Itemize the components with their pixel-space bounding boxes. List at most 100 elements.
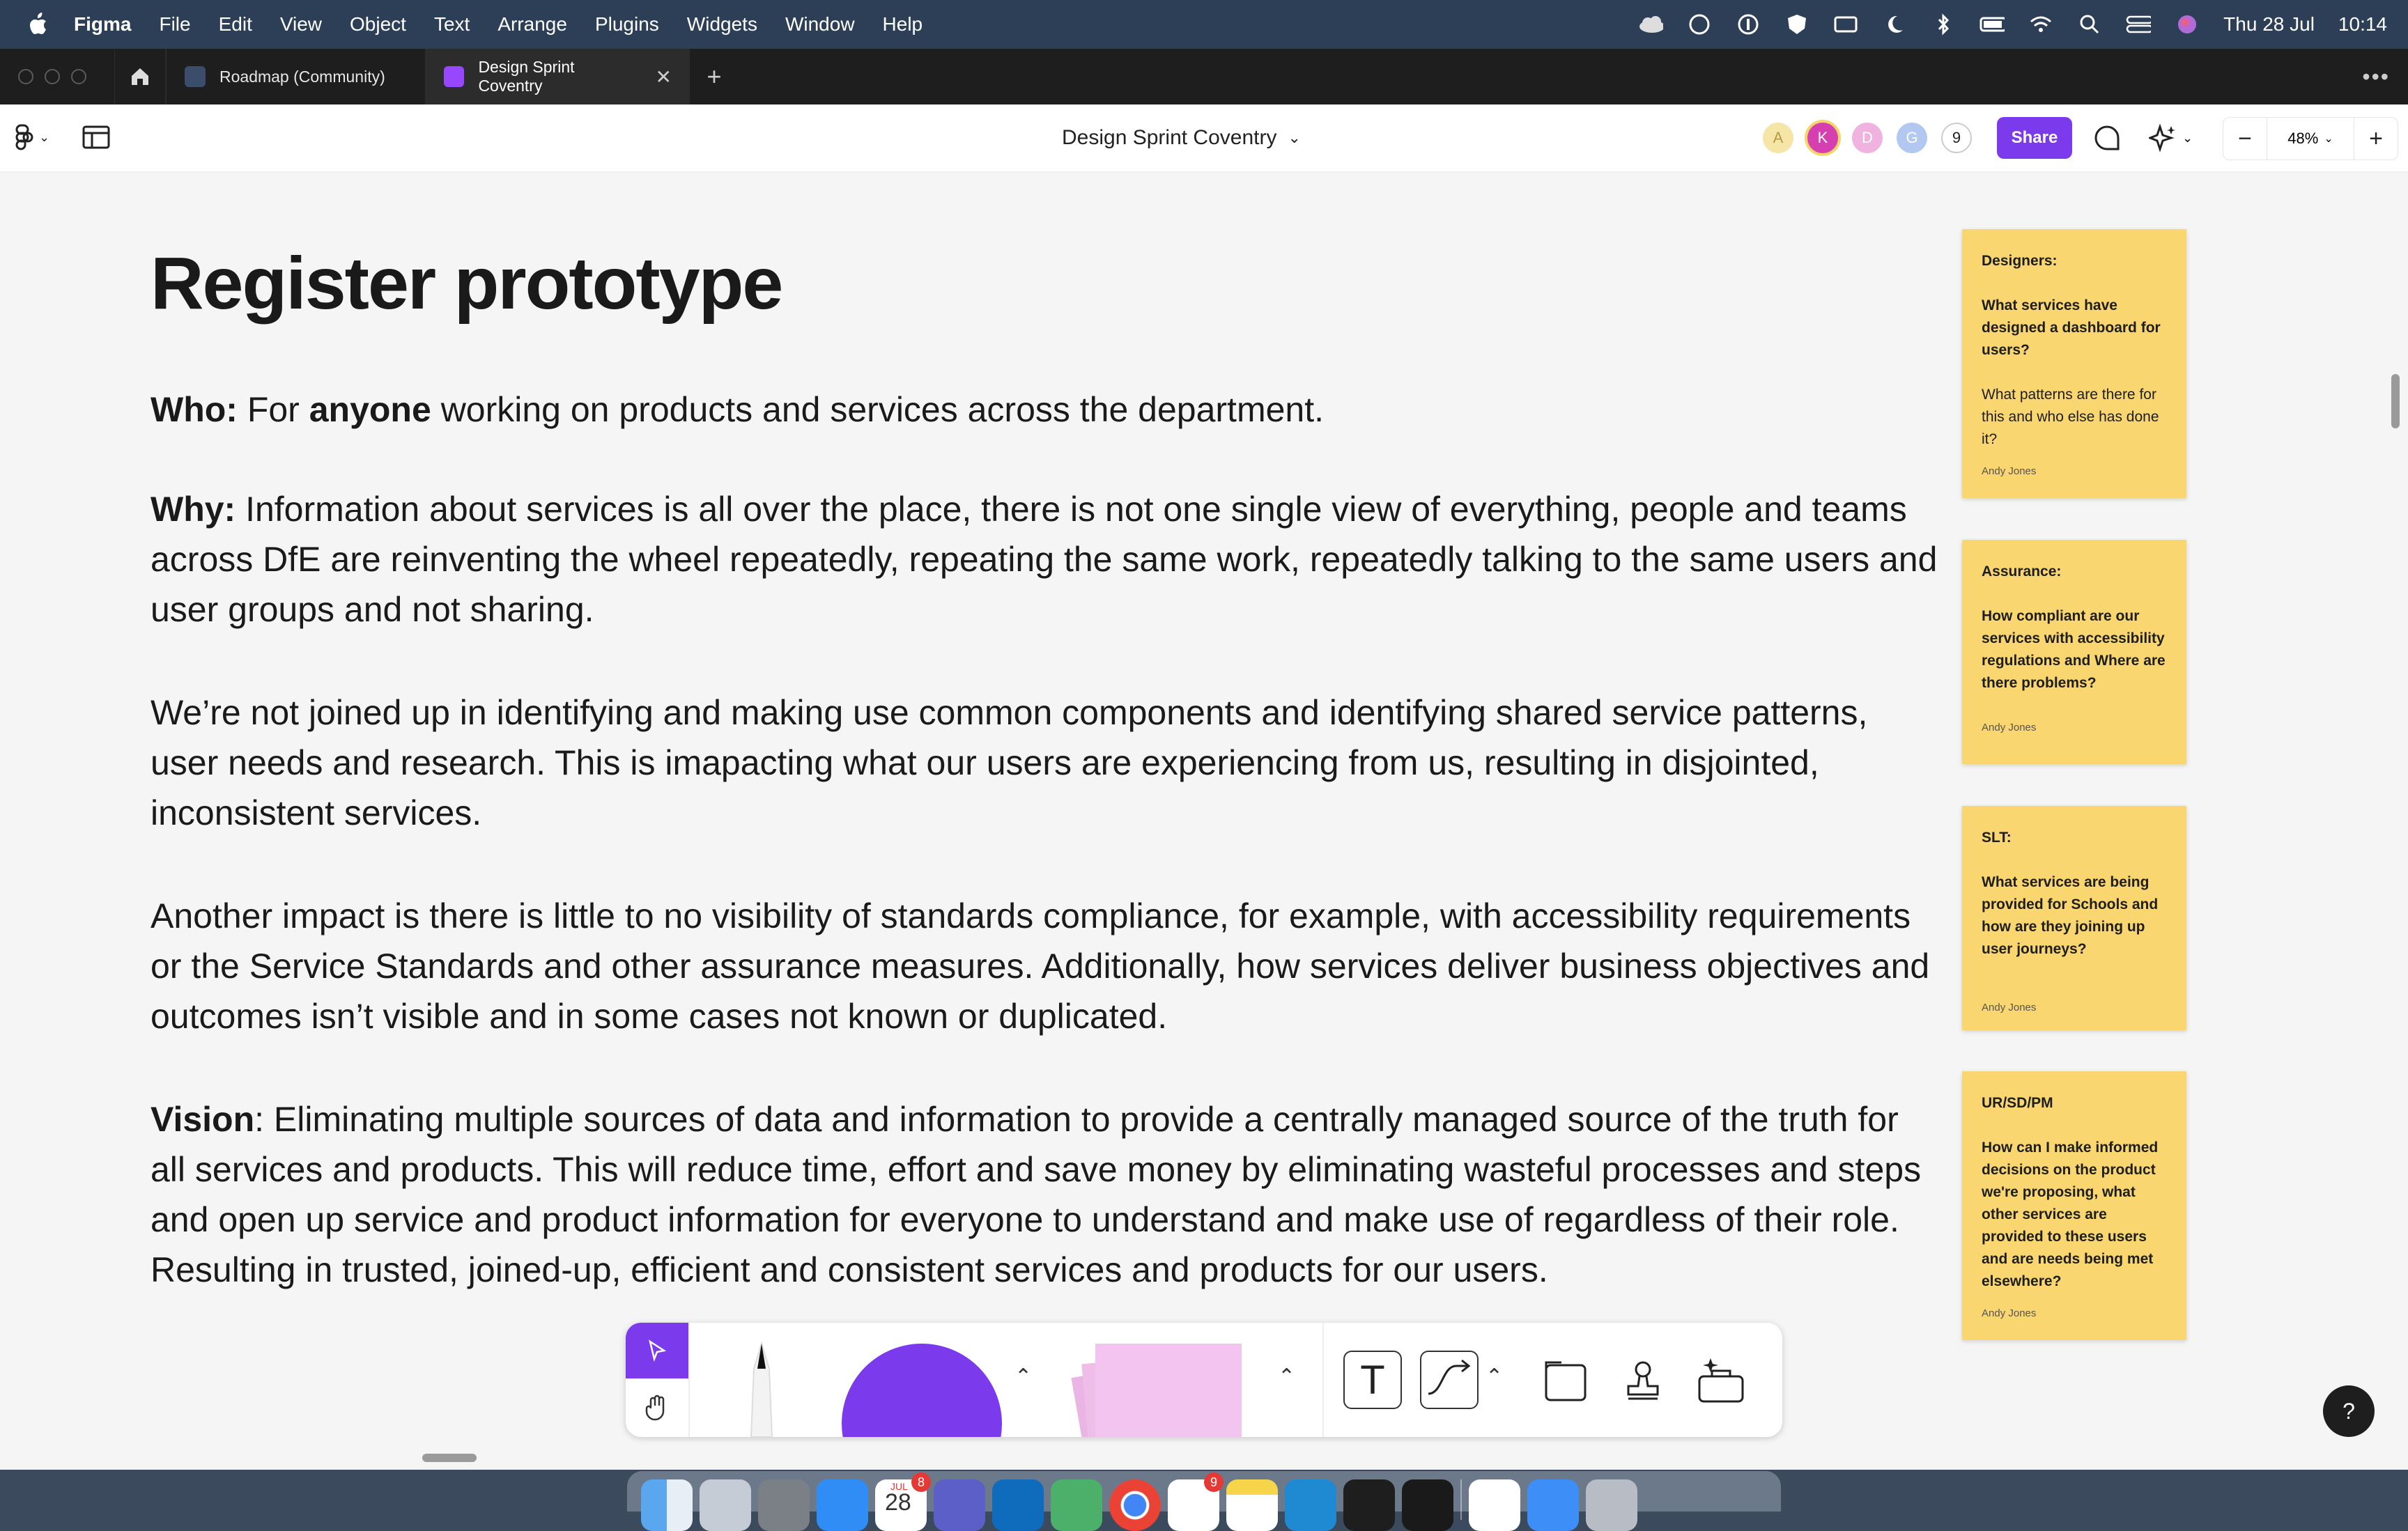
- tab-design-sprint[interactable]: Design Sprint Coventry ✕: [425, 49, 690, 104]
- page-heading[interactable]: Register prototype: [150, 242, 783, 326]
- who-paragraph[interactable]: Who: For anyone working on products and …: [150, 384, 1941, 435]
- vision-text: : Eliminating multiple sources of data a…: [150, 1100, 1922, 1289]
- sticky-note-designers[interactable]: Designers: What services have designed a…: [1962, 229, 2186, 498]
- vertical-scrollbar[interactable]: [2391, 374, 2400, 428]
- sticky-note-assurance[interactable]: Assurance: How compliant are our service…: [1962, 540, 2186, 764]
- shape-options-chevron[interactable]: ⌃: [1014, 1365, 1032, 1389]
- trash-icon[interactable]: [1586, 1479, 1637, 1531]
- sticky-body: How can I make informed decisions on the…: [1982, 1140, 2159, 1289]
- figjam-canvas[interactable]: Register prototype Who: For anyone worki…: [0, 172, 2408, 1470]
- menu-arrange[interactable]: Arrange: [497, 13, 567, 36]
- launchpad-icon[interactable]: [700, 1479, 751, 1531]
- vision-label: Vision: [150, 1100, 255, 1139]
- menu-window[interactable]: Window: [785, 13, 855, 36]
- comment-button[interactable]: [2093, 124, 2121, 155]
- avatar[interactable]: K: [1807, 123, 1838, 153]
- impact-paragraph[interactable]: Another impact is there is little to no …: [150, 891, 1941, 1041]
- menu-edit[interactable]: Edit: [219, 13, 252, 36]
- slack-icon[interactable]: 9: [1168, 1472, 1224, 1531]
- outlook-icon[interactable]: [992, 1479, 1044, 1531]
- system-settings-icon[interactable]: [758, 1479, 810, 1531]
- connector-options-chevron[interactable]: ⌃: [1485, 1365, 1503, 1389]
- apple-icon[interactable]: [25, 13, 50, 36]
- close-window-button[interactable]: [18, 69, 33, 84]
- finder-icon[interactable]: [641, 1479, 693, 1531]
- vision-paragraph[interactable]: Vision: Eliminating multiple sources of …: [150, 1094, 1941, 1295]
- control-center-icon[interactable]: [2126, 12, 2152, 37]
- moon-icon[interactable]: [1882, 12, 1907, 37]
- share-button[interactable]: Share: [1997, 117, 2072, 159]
- globe-icon[interactable]: [1687, 12, 1712, 37]
- maps-icon[interactable]: [1051, 1479, 1102, 1531]
- sticky-note-tool[interactable]: [1071, 1344, 1242, 1437]
- figma-app-icon[interactable]: [1343, 1479, 1395, 1531]
- menu-app-name[interactable]: Figma: [74, 13, 131, 36]
- joined-up-paragraph[interactable]: We’re not joined up in identifying and m…: [150, 687, 1941, 838]
- layout-panel-button[interactable]: [82, 125, 110, 153]
- minimize-window-button[interactable]: [45, 69, 60, 84]
- xcode-icon[interactable]: [1527, 1479, 1579, 1531]
- document-title-button[interactable]: Design Sprint Coventry ⌄: [1062, 104, 1301, 171]
- calendar-doc-icon[interactable]: [1469, 1479, 1520, 1531]
- stamp-tool[interactable]: [1614, 1351, 1672, 1409]
- avatar[interactable]: A: [1763, 123, 1793, 153]
- app-store-icon[interactable]: [817, 1479, 868, 1531]
- notes-icon[interactable]: [1226, 1479, 1278, 1531]
- more-tools-button[interactable]: [1692, 1351, 1750, 1409]
- screen-icon[interactable]: [1833, 12, 1858, 37]
- menu-view[interactable]: View: [280, 13, 322, 36]
- collaborator-count[interactable]: 9: [1941, 123, 1972, 153]
- teams-icon[interactable]: [934, 1479, 985, 1531]
- why-paragraph[interactable]: Why: Information about services is all o…: [150, 484, 1941, 635]
- menu-plugins[interactable]: Plugins: [595, 13, 659, 36]
- tab-roadmap[interactable]: Roadmap (Community): [166, 49, 425, 104]
- zoom-out-button[interactable]: −: [2223, 125, 2267, 153]
- avatar[interactable]: G: [1897, 123, 1927, 153]
- shield-icon[interactable]: [1784, 12, 1809, 37]
- menu-widgets[interactable]: Widgets: [687, 13, 757, 36]
- circle-status-icon[interactable]: [1736, 12, 1761, 37]
- vscode-icon[interactable]: [1285, 1479, 1336, 1531]
- calendar-icon[interactable]: JUL 28 8: [875, 1472, 931, 1531]
- menubar-time[interactable]: 10:14: [2338, 13, 2387, 36]
- terminal-icon[interactable]: [1402, 1479, 1453, 1531]
- close-tab-icon[interactable]: ✕: [656, 65, 672, 88]
- select-tool[interactable]: [626, 1323, 688, 1378]
- zoom-in-button[interactable]: +: [2354, 125, 2398, 153]
- menubar-date[interactable]: Thu 28 Jul: [2223, 13, 2315, 36]
- more-icon[interactable]: •••: [2362, 49, 2390, 104]
- help-button[interactable]: ?: [2323, 1385, 2375, 1437]
- zoom-level[interactable]: 48% ⌄: [2267, 118, 2354, 160]
- menu-help[interactable]: Help: [883, 13, 923, 36]
- sticky-note-slt[interactable]: SLT: What services are being provided fo…: [1962, 806, 2186, 1030]
- bluetooth-icon[interactable]: [1931, 12, 1956, 37]
- ai-tools-button[interactable]: ⌄: [2149, 124, 2193, 152]
- sticky-options-chevron[interactable]: ⌃: [1278, 1365, 1295, 1389]
- horizontal-scrollbar[interactable]: [422, 1454, 477, 1462]
- wifi-icon[interactable]: [2028, 12, 2053, 37]
- battery-icon[interactable]: [1979, 12, 2005, 37]
- section-tool[interactable]: [1536, 1351, 1594, 1409]
- shape-tool[interactable]: [842, 1344, 1002, 1437]
- avatar[interactable]: D: [1852, 123, 1883, 153]
- search-icon[interactable]: [2077, 12, 2102, 37]
- menu-text[interactable]: Text: [434, 13, 470, 36]
- home-button[interactable]: [114, 49, 166, 104]
- sticky-note-ur-sd-pm[interactable]: UR/SD/PM How can I make informed decisio…: [1962, 1071, 2186, 1340]
- chrome-icon[interactable]: [1109, 1479, 1161, 1531]
- menu-file[interactable]: File: [159, 13, 190, 36]
- comment-icon: [2094, 125, 2120, 150]
- new-tab-button[interactable]: +: [690, 49, 739, 104]
- menu-object[interactable]: Object: [350, 13, 406, 36]
- hand-tool[interactable]: [626, 1380, 688, 1436]
- maximize-window-button[interactable]: [71, 69, 86, 84]
- marker-tool[interactable]: [730, 1338, 793, 1437]
- main-menu-button[interactable]: ⌄: [15, 124, 49, 150]
- connector-tool[interactable]: [1420, 1351, 1479, 1409]
- figjam-file-icon: [444, 66, 465, 87]
- chevron-down-icon: ⌄: [39, 130, 50, 144]
- text-tool[interactable]: T: [1343, 1351, 1402, 1409]
- siri-icon[interactable]: [2175, 12, 2200, 37]
- cloud-icon[interactable]: [1638, 12, 1664, 37]
- sticky-body: What services are being provided for Sch…: [1982, 874, 2159, 957]
